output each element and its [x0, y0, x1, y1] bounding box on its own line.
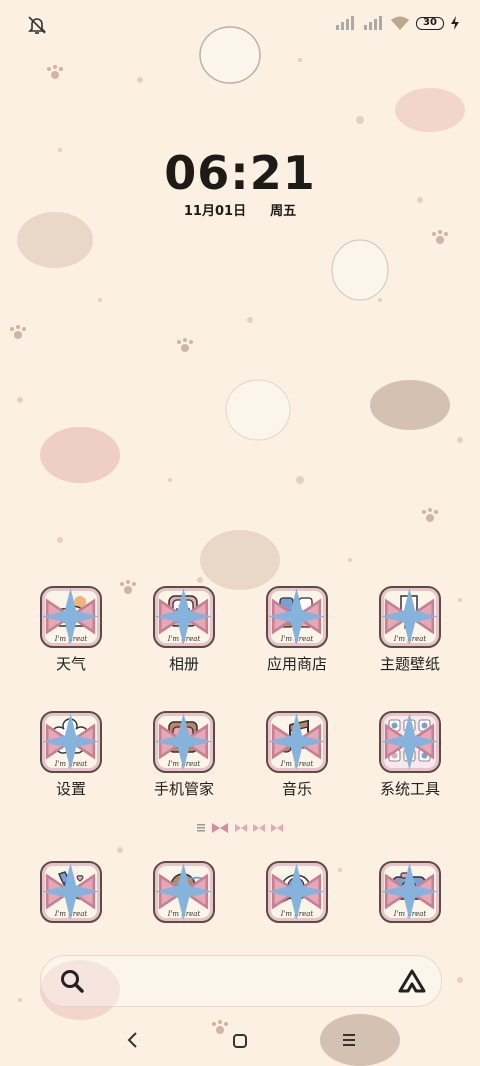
app-messages[interactable]: I'm great: [247, 861, 347, 923]
app-icon-frame: I'm great: [266, 861, 328, 923]
charging-icon: [451, 16, 459, 30]
app-label: 音乐: [281, 780, 312, 798]
app-security[interactable]: I'm great 手机管家: [134, 711, 234, 799]
sparkle-icon: [155, 588, 212, 645]
sparkle-icon: [42, 713, 99, 770]
sparkle-icon: [381, 713, 438, 770]
search-icon[interactable]: [59, 968, 85, 994]
app-icon-frame: I'm great: [153, 586, 215, 648]
sparkle-icon: [42, 588, 99, 645]
notifications-off-icon: [28, 16, 46, 34]
app-icon-frame: I'm great: [40, 861, 102, 923]
sparkle-icon: [268, 863, 325, 920]
app-icon-frame: 晴 23° I'm great: [40, 586, 102, 648]
app-icon-frame: I'm great: [379, 586, 441, 648]
page-dot-icon: [235, 824, 247, 832]
app-label: 天气: [55, 655, 86, 673]
app-icon-frame: [379, 711, 441, 773]
page-dot-icon: [271, 824, 283, 832]
clock-widget[interactable]: 06:21 11月01日 周五: [0, 148, 480, 219]
app-label: 系统工具: [379, 780, 440, 798]
page-indicator[interactable]: [0, 823, 480, 833]
app-gallery[interactable]: I'm great 相册: [134, 586, 234, 674]
app-icon-frame: I'm great: [266, 586, 328, 648]
clock-time: 06:21: [164, 146, 316, 200]
app-icon-frame: I'm great: [153, 861, 215, 923]
app-themes[interactable]: I'm great 主题壁纸: [360, 586, 460, 674]
app-label: 应用商店: [266, 655, 327, 673]
back-icon[interactable]: [122, 1028, 144, 1052]
app-icon-frame: I'm great: [153, 711, 215, 773]
app-weather[interactable]: 晴 23° I'm great 天气: [21, 586, 121, 674]
app-label: 主题壁纸: [379, 655, 440, 673]
clock-weekday: 周五: [270, 204, 297, 219]
sparkle-icon: [381, 588, 438, 645]
app-browser[interactable]: I'm great: [134, 861, 234, 923]
assistant-icon[interactable]: [397, 968, 427, 994]
app-folder-system-tools[interactable]: 系统工具: [360, 711, 460, 799]
app-icon-frame: I'm great: [266, 711, 328, 773]
recents-menu-icon[interactable]: [338, 1029, 360, 1051]
app-store[interactable]: I'm great 应用商店: [247, 586, 347, 674]
sparkle-icon: [42, 863, 99, 920]
battery-level: 30: [423, 16, 437, 28]
page-list-icon: [197, 824, 205, 832]
status-bar: 30: [0, 0, 480, 50]
app-camera[interactable]: I'm great: [360, 861, 460, 923]
app-music[interactable]: I'm great 音乐: [247, 711, 347, 799]
sparkle-icon: [155, 863, 212, 920]
app-label: 相册: [168, 655, 199, 673]
clock-date: 11月01日: [183, 204, 247, 219]
sparkle-icon: [381, 863, 438, 920]
sparkle-icon: [155, 713, 212, 770]
page-dot-icon: [253, 824, 265, 832]
app-phone[interactable]: I'm great: [21, 861, 121, 923]
battery-icon: 30: [416, 16, 444, 30]
app-label: 手机管家: [153, 780, 214, 798]
sparkle-icon: [268, 588, 325, 645]
app-settings[interactable]: I'm great 设置: [21, 711, 121, 799]
wifi-icon: [391, 16, 409, 30]
search-bar[interactable]: [40, 955, 442, 1007]
home-icon[interactable]: [229, 1030, 251, 1052]
sparkle-icon: [268, 713, 325, 770]
app-icon-frame: I'm great: [379, 861, 441, 923]
page-dot-active-icon: [212, 823, 228, 833]
app-label: 设置: [55, 780, 86, 798]
app-icon-frame: I'm great: [40, 711, 102, 773]
signal-icon: [364, 16, 382, 30]
clock-date-row: 11月01日 周五: [0, 200, 480, 219]
navigation-bar: [0, 1016, 480, 1066]
signal-icon: [336, 16, 354, 30]
